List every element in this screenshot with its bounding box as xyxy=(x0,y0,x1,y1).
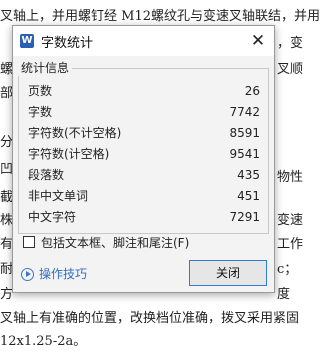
document-line: 叉轴上有准确的位置，改换档位准确，拨叉采用紧固 xyxy=(0,311,300,326)
stat-row-paragraphs: 段落数 435 xyxy=(28,165,260,185)
stat-row-chars-no-spaces: 字符数(不计空格) 8591 xyxy=(28,123,260,143)
stat-row-words: 字数 7742 xyxy=(28,102,260,122)
document-fragment: ，变 xyxy=(277,36,304,51)
document-fragment: 度 xyxy=(277,287,291,302)
stat-row-chars-with-spaces: 字符数(计空格) 9541 xyxy=(28,144,260,164)
stat-label: 页数 xyxy=(28,84,53,98)
close-icon[interactable]: ✕ xyxy=(246,29,270,53)
stat-label: 字符数(不计空格) xyxy=(28,126,122,140)
include-textboxes-checkbox[interactable] xyxy=(23,236,35,248)
stat-value: 7291 xyxy=(229,210,260,224)
word-count-dialog: W 字数统计 ✕ 统计信息 页数 26 字数 7742 字符数(不计空格) 85… xyxy=(12,25,275,293)
document-fragment: 工作 xyxy=(277,237,304,252)
document-fragment: 物性 xyxy=(277,170,304,185)
stat-row-pages: 页数 26 xyxy=(28,81,260,101)
document-fragment: 叉顺 xyxy=(277,62,304,77)
stat-value: 9541 xyxy=(229,147,260,161)
stat-label: 段落数 xyxy=(28,168,65,182)
stat-row-non-chinese-words: 非中文单词 451 xyxy=(28,186,260,206)
stat-label: 中文字符 xyxy=(28,210,77,224)
document-line: 12x1.25-2a。 xyxy=(0,334,87,349)
stat-value: 435 xyxy=(237,168,260,182)
document-line: 叉轴上，并用螺钉经 M12螺纹孔与变速叉轴联结，并用 xyxy=(0,9,320,24)
stat-value: 8591 xyxy=(229,126,260,140)
include-textboxes-label[interactable]: 包括文本框、脚注和尾注(F) xyxy=(41,235,189,251)
stat-label: 非中文单词 xyxy=(28,189,89,203)
operation-tips-link[interactable]: 操作技巧 xyxy=(39,266,87,282)
document-fragment: 变速 xyxy=(277,213,304,228)
stat-value: 26 xyxy=(244,84,260,98)
dialog-titlebar[interactable]: W 字数统计 ✕ xyxy=(13,26,274,56)
stat-value: 7742 xyxy=(229,105,260,119)
stat-value: 451 xyxy=(237,189,260,203)
play-circle-icon[interactable] xyxy=(21,268,34,281)
stat-label: 字符数(计空格) xyxy=(28,147,110,161)
dialog-title: 字数统计 xyxy=(41,36,94,51)
app-logo-icon: W xyxy=(20,34,34,48)
statistics-group-title: 统计信息 xyxy=(18,59,73,76)
document-fragment: c； xyxy=(277,262,298,277)
stat-row-chinese-chars: 中文字符 7291 xyxy=(28,207,260,227)
stat-label: 字数 xyxy=(28,105,53,119)
close-button[interactable]: 关闭 xyxy=(189,260,267,286)
